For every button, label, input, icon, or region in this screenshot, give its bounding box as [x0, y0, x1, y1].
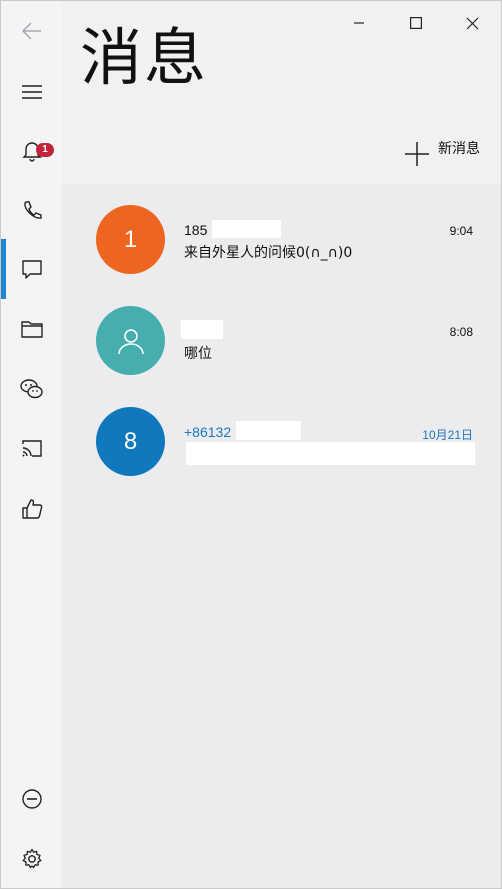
message-time: 8:08 [449, 325, 473, 339]
header: 消息 新消息 [62, 1, 501, 184]
minimize-icon [354, 22, 364, 24]
chat-bubble-icon [21, 260, 42, 279]
minus-circle-icon [21, 789, 42, 809]
message-preview: 哪位 [184, 346, 212, 362]
redaction-block [186, 442, 475, 465]
menu-button[interactable] [1, 68, 62, 116]
avatar: 8 [96, 407, 165, 476]
message-time: 10月21日 [422, 428, 473, 442]
folder-icon [20, 321, 43, 338]
wechat-icon [19, 379, 43, 399]
cast-button[interactable] [1, 425, 62, 473]
avatar: 1 [96, 205, 165, 274]
message-time: 9:04 [449, 224, 473, 238]
page-title: 消息 [80, 21, 209, 94]
calls-button[interactable] [1, 186, 62, 234]
avatar [96, 306, 165, 375]
person-icon [117, 328, 144, 354]
messages-button[interactable] [1, 245, 62, 293]
phone-icon [23, 201, 42, 219]
files-button[interactable] [1, 305, 62, 353]
back-arrow-icon [21, 22, 41, 40]
conversation-item[interactable]: 8:08 哪位 [62, 285, 501, 385]
message-preview: 来自外星人的问候0(∩_∩)0 [184, 245, 353, 261]
redaction-block [212, 220, 281, 238]
close-button[interactable] [452, 7, 492, 39]
maximize-button[interactable] [396, 7, 436, 39]
new-message-label: 新消息 [438, 141, 480, 157]
messages-window: 1 消息 新消息 1 185 9:04 来自外星人的问候0(∩_∩)0 8:08… [0, 0, 502, 889]
contact-name: +86132 [184, 424, 232, 440]
back-button[interactable] [1, 7, 62, 55]
hamburger-icon [21, 85, 42, 99]
redaction-block [236, 421, 301, 440]
new-message-button[interactable]: 新消息 [404, 139, 480, 169]
disconnect-button[interactable] [1, 775, 62, 823]
close-icon [466, 17, 478, 29]
notification-badge: 1 [36, 143, 54, 157]
conversation-item[interactable]: 8 +86132 10月21日 [62, 386, 501, 486]
plus-icon [405, 142, 429, 166]
nav-rail: 1 [1, 1, 62, 888]
wechat-button[interactable] [1, 365, 62, 413]
conversation-item[interactable]: 1 185 9:04 来自外星人的问候0(∩_∩)0 [62, 184, 501, 284]
thumbs-up-icon [21, 499, 42, 519]
cast-icon [21, 440, 42, 457]
settings-button[interactable] [1, 835, 62, 883]
minimize-button[interactable] [339, 7, 379, 39]
contact-name: 185 [184, 222, 208, 238]
gear-icon [22, 848, 41, 869]
maximize-icon [410, 17, 422, 29]
redaction-block [181, 320, 223, 339]
feedback-button[interactable] [1, 485, 62, 533]
